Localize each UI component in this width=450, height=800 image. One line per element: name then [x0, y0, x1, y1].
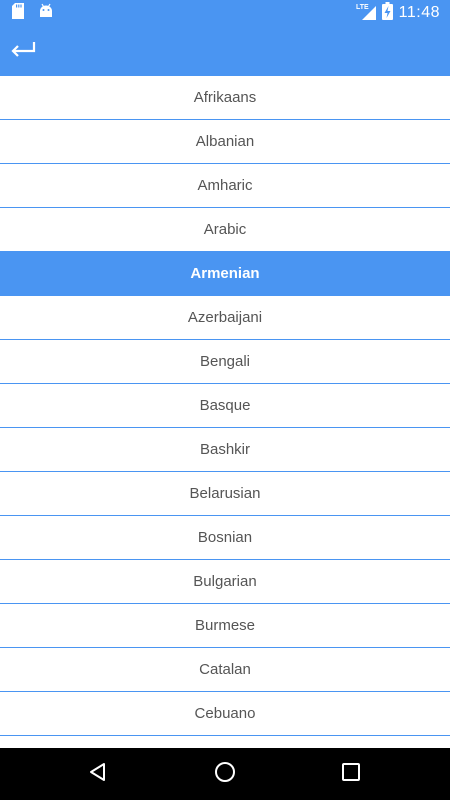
- list-item[interactable]: Belarusian: [0, 472, 450, 516]
- list-item[interactable]: Bulgarian: [0, 560, 450, 604]
- nav-recents-button[interactable]: [335, 758, 367, 790]
- app-bar: [0, 26, 450, 76]
- list-item[interactable]: Basque: [0, 384, 450, 428]
- back-button[interactable]: [6, 34, 40, 68]
- back-triangle-icon: [87, 761, 109, 788]
- list-item[interactable]: Albanian: [0, 120, 450, 164]
- sd-card-icon: [12, 2, 24, 24]
- list-item[interactable]: Azerbaijani: [0, 296, 450, 340]
- list-item[interactable]: Bengali: [0, 340, 450, 384]
- list-item[interactable]: Amharic: [0, 164, 450, 208]
- list-item[interactable]: Bosnian: [0, 516, 450, 560]
- nav-back-button[interactable]: [82, 758, 114, 790]
- list-item-selected[interactable]: Armenian: [0, 252, 450, 296]
- list-item[interactable]: Cebuano: [0, 692, 450, 736]
- status-bar: LTE 11:48: [0, 0, 450, 26]
- language-list[interactable]: Afrikaans Albanian Amharic Arabic Armeni…: [0, 76, 450, 748]
- list-item[interactable]: Catalan: [0, 648, 450, 692]
- list-item[interactable]: Arabic: [0, 208, 450, 252]
- list-item[interactable]: Afrikaans: [0, 76, 450, 120]
- home-circle-icon: [214, 761, 236, 788]
- screen: LTE 11:48 Afrikaans Albanian Amharic Ara…: [0, 0, 450, 800]
- list-item[interactable]: Burmese: [0, 604, 450, 648]
- svg-text:LTE: LTE: [356, 4, 369, 11]
- list-item[interactable]: Bashkir: [0, 428, 450, 472]
- nav-home-button[interactable]: [209, 758, 241, 790]
- android-icon: [38, 3, 54, 24]
- list-item[interactable]: [0, 736, 450, 748]
- status-time: 11:48: [398, 4, 440, 21]
- return-arrow-icon: [10, 41, 36, 62]
- status-left: [12, 2, 54, 24]
- nav-bar: [0, 748, 450, 800]
- status-right: LTE 11:48: [356, 1, 440, 25]
- lte-signal-icon: LTE: [356, 2, 376, 25]
- battery-charging-icon: [381, 1, 393, 25]
- recents-square-icon: [341, 762, 361, 787]
